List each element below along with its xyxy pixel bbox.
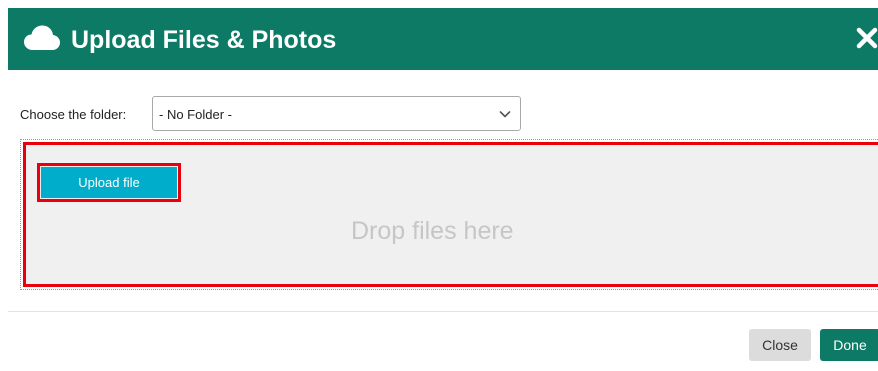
cloud-icon <box>24 25 60 50</box>
done-button[interactable]: Done <box>820 329 878 361</box>
folder-label: Choose the folder: <box>20 107 127 122</box>
dialog-header: Upload Files & Photos <box>8 8 878 70</box>
chevron-down-icon <box>499 111 511 118</box>
folder-select[interactable]: - No Folder - <box>152 96 521 131</box>
footer-divider <box>8 311 878 312</box>
close-button[interactable]: Close <box>749 329 811 361</box>
drop-files-text: Drop files here <box>351 217 514 245</box>
close-icon[interactable] <box>856 27 878 49</box>
dialog-title: Upload Files & Photos <box>71 26 337 54</box>
upload-dialog: Upload Files & Photos Choose the folder:… <box>0 0 878 371</box>
upload-file-button[interactable]: Upload file <box>41 167 177 198</box>
folder-select-value: - No Folder - <box>159 107 232 122</box>
